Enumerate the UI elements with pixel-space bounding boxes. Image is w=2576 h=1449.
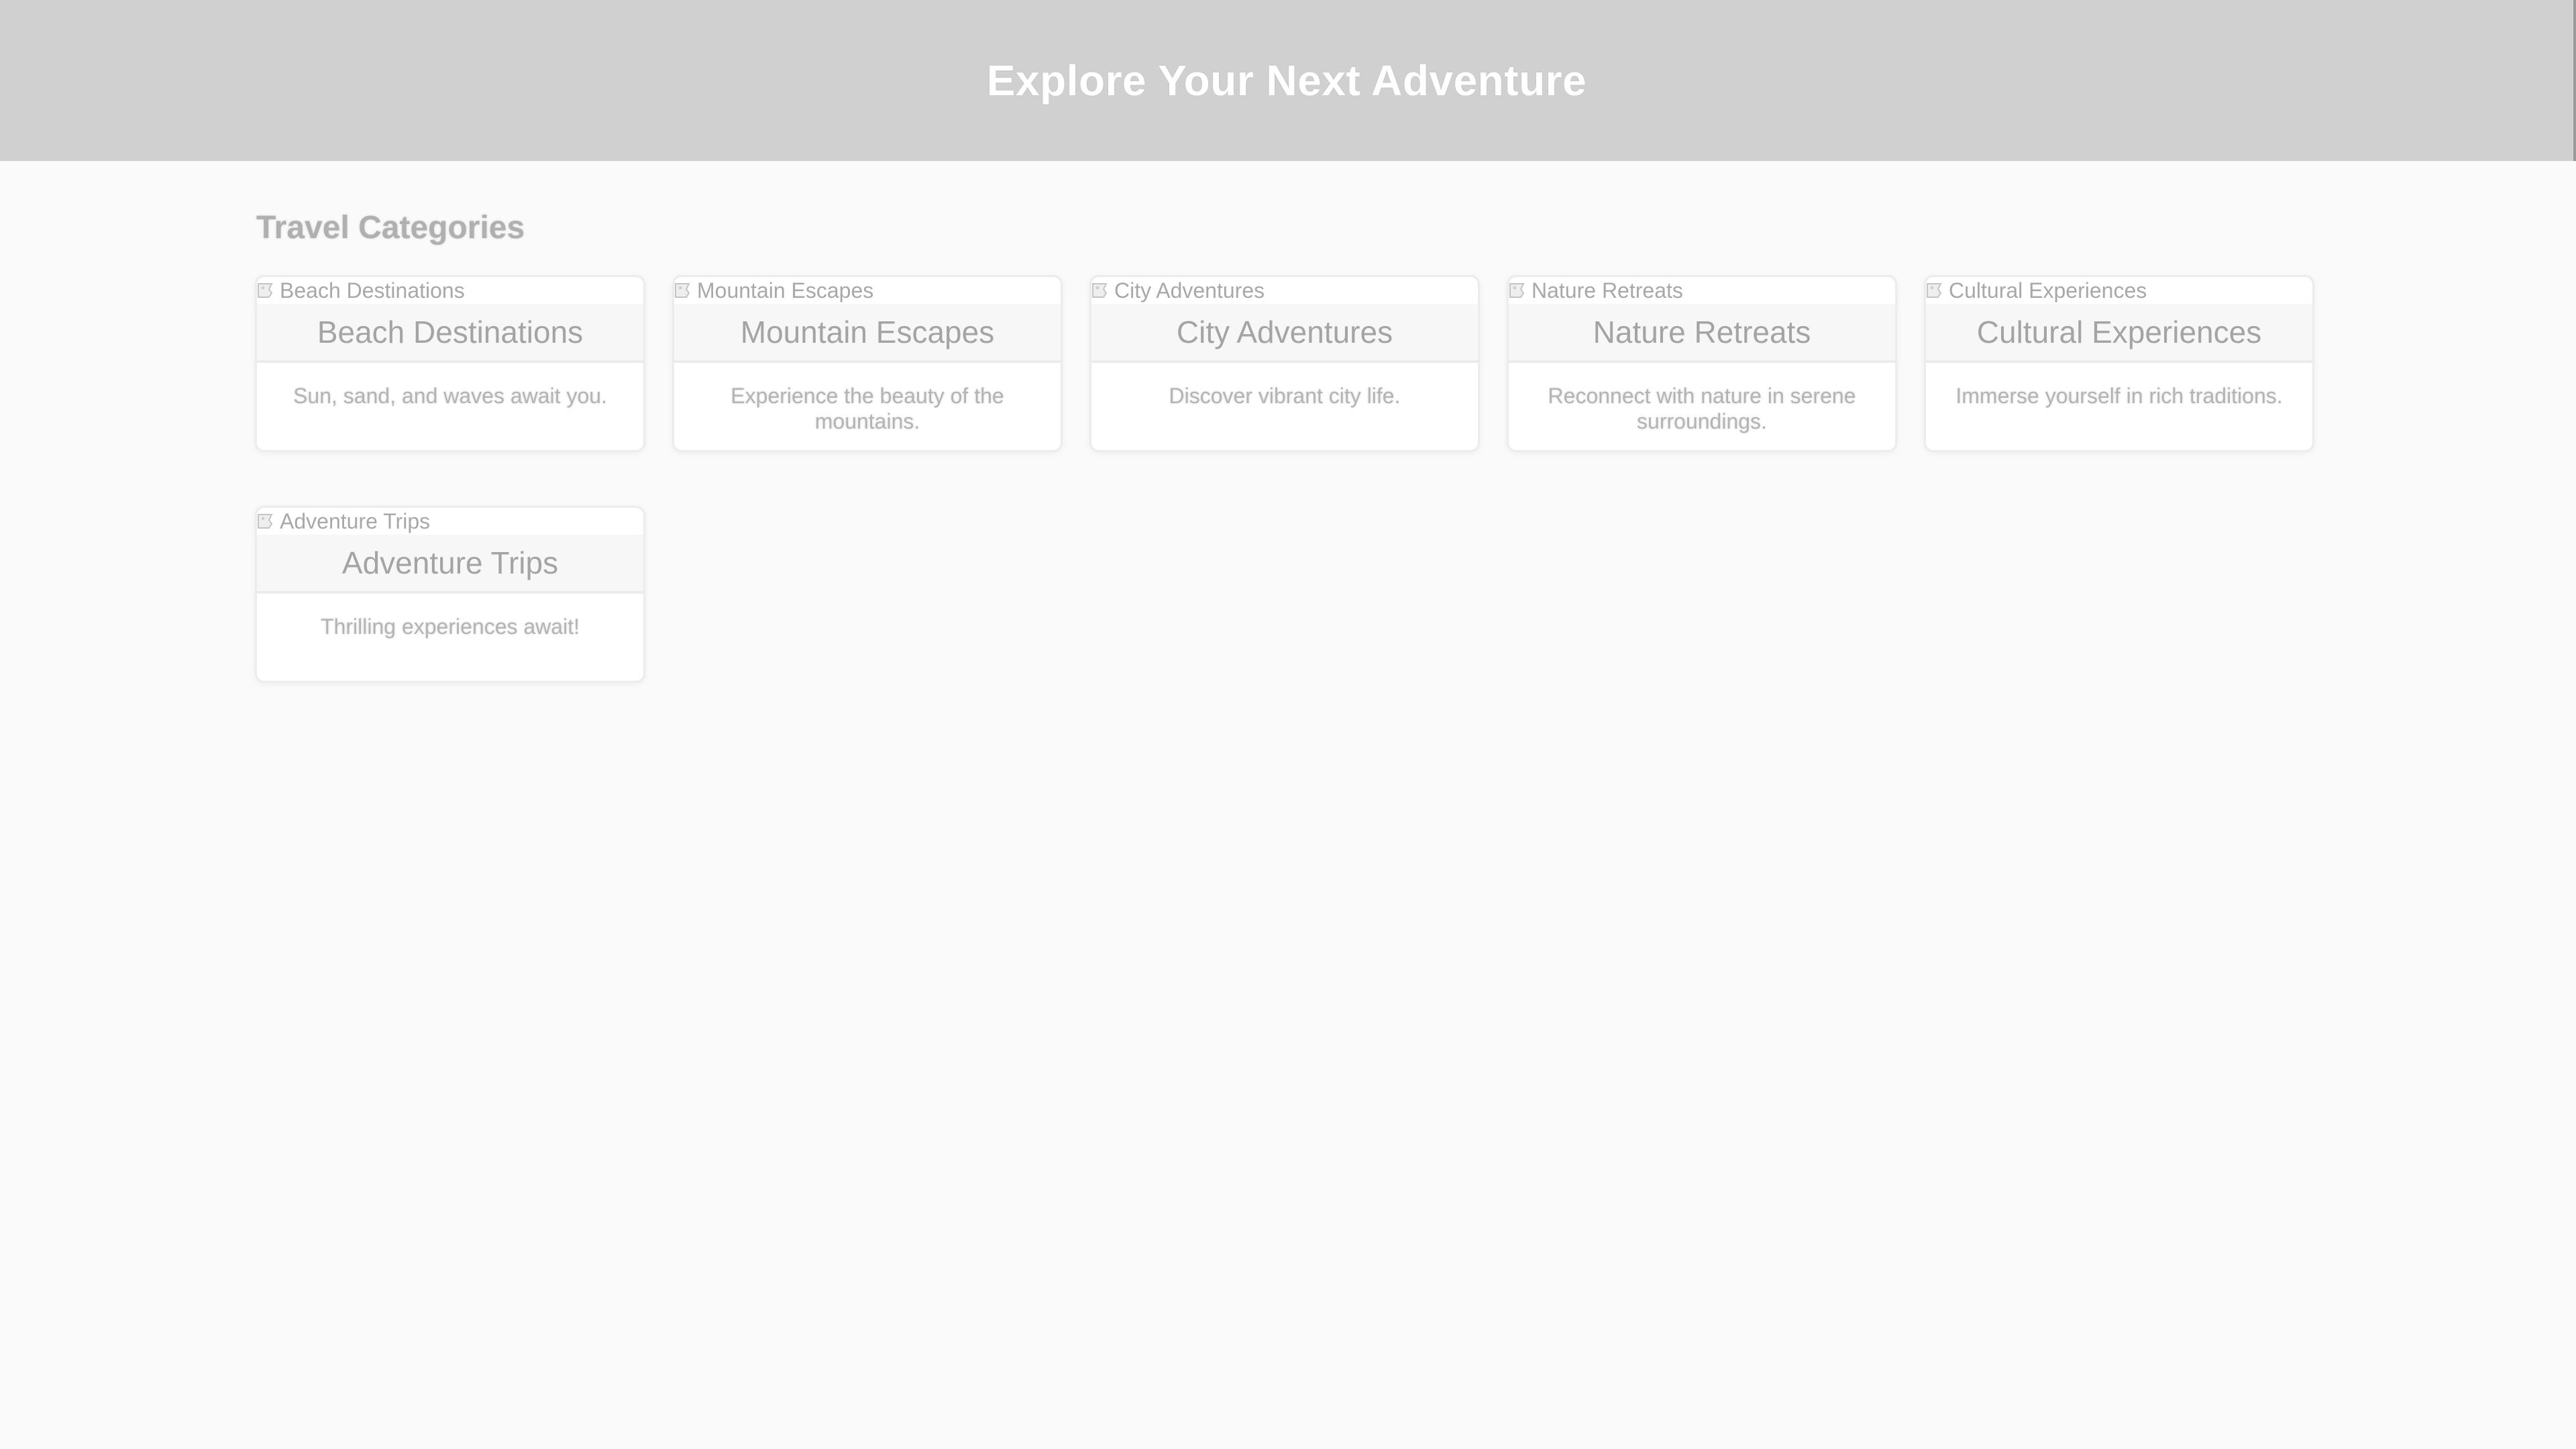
card-description: Immerse yourself in rich traditions. (1955, 384, 2283, 408)
category-card-mountain[interactable]: Mountain Escapes Mountain Escapes Experi… (672, 275, 1063, 452)
card-image[interactable]: Cultural Experiences (1926, 277, 2312, 304)
broken-image-icon (258, 514, 273, 529)
broken-image-icon (675, 283, 690, 298)
card-title: Cultural Experiences (1976, 315, 2262, 350)
card-title-bar: Adventure Trips (257, 535, 643, 594)
broken-image-icon (1927, 283, 1942, 298)
card-image[interactable]: Nature Retreats (1509, 277, 1895, 304)
card-description: Sun, sand, and waves await you. (293, 384, 607, 408)
broken-image-icon (1509, 283, 1525, 298)
card-title-bar: Cultural Experiences (1926, 304, 2312, 363)
page-header: Explore Your Next Adventure (0, 0, 2573, 161)
card-description: Discover vibrant city life. (1169, 384, 1401, 408)
broken-image-icon (1092, 283, 1108, 298)
card-title: Mountain Escapes (740, 315, 995, 350)
category-card-adventure[interactable]: Adventure Trips Adventure Trips Thrillin… (255, 506, 645, 683)
image-alt-text: Adventure Trips (280, 508, 431, 533)
section-title: Travel Categories (256, 210, 525, 246)
card-description: Reconnect with nature in serene surround… (1548, 384, 1856, 433)
card-title: Adventure Trips (341, 545, 559, 580)
image-alt-text: Beach Destinations (280, 278, 465, 303)
card-image[interactable]: Mountain Escapes (674, 277, 1061, 304)
image-alt-text: City Adventures (1114, 278, 1265, 303)
card-image[interactable]: Adventure Trips (257, 508, 643, 535)
card-image[interactable]: Beach Destinations (257, 277, 643, 304)
image-alt-text: Nature Retreats (1532, 278, 1683, 303)
page-title: Explore Your Next Adventure (986, 56, 1587, 105)
card-title: City Adventures (1176, 315, 1393, 350)
image-alt-text: Mountain Escapes (697, 278, 874, 303)
image-alt-text: Cultural Experiences (1949, 278, 2147, 303)
category-card-cultural[interactable]: Cultural Experiences Cultural Experience… (1924, 275, 2314, 452)
broken-image-icon (258, 283, 273, 298)
category-card-beach[interactable]: Beach Destinations Beach Destinations Su… (255, 275, 645, 452)
card-title-bar: City Adventures (1091, 304, 1478, 363)
card-title: Nature Retreats (1593, 315, 1811, 350)
card-title-bar: Mountain Escapes (674, 304, 1061, 363)
card-title: Beach Destinations (317, 315, 584, 350)
card-description: Experience the beauty of the mountains. (731, 384, 1004, 433)
card-title-bar: Beach Destinations (257, 304, 643, 363)
category-card-city[interactable]: City Adventures City Adventures Discover… (1089, 275, 1480, 452)
card-image[interactable]: City Adventures (1091, 277, 1478, 304)
scrollbar-edge (2573, 0, 2576, 161)
category-card-nature[interactable]: Nature Retreats Nature Retreats Reconnec… (1507, 275, 1897, 452)
card-description: Thrilling experiences await! (321, 614, 580, 639)
card-title-bar: Nature Retreats (1509, 304, 1895, 363)
category-grid: Beach Destinations Beach Destinations Su… (255, 275, 2321, 683)
